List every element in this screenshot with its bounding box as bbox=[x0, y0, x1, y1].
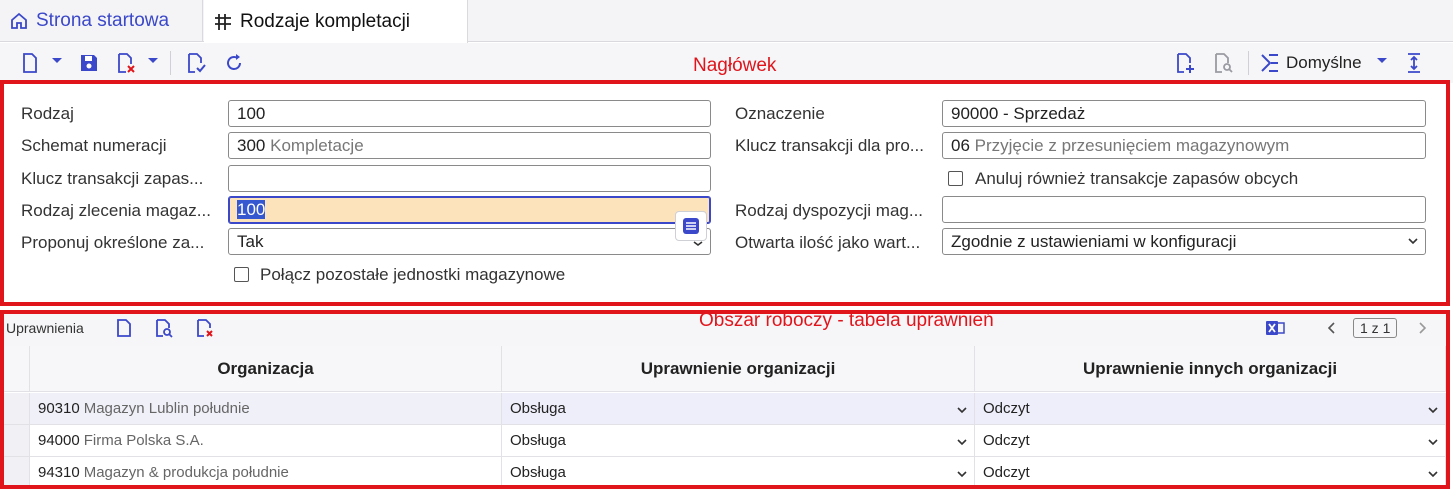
anuluj-checkbox[interactable] bbox=[948, 171, 963, 186]
klucz-zapas-label: Klucz transakcji zapas... bbox=[21, 169, 204, 188]
tab-bar: Strona startowa Rodzaje kompletacji bbox=[0, 0, 1453, 43]
proponuj-select[interactable]: Tak bbox=[228, 228, 711, 255]
refresh-button[interactable] bbox=[222, 51, 246, 75]
view-profile-icon bbox=[1261, 54, 1278, 72]
validate-button[interactable] bbox=[184, 51, 208, 75]
new-document-button[interactable] bbox=[18, 51, 42, 75]
new-document-icon bbox=[23, 53, 37, 73]
rodzaj-dyspozycji-label: Rodzaj dyspozycji mag... bbox=[735, 201, 924, 220]
expand-button[interactable] bbox=[1402, 51, 1426, 75]
schemat-field[interactable]: 300 Kompletacje bbox=[228, 132, 711, 159]
tab-home-label: Strona startowa bbox=[36, 10, 170, 31]
oznaczenie-field[interactable]: 90000 - Sprzedaż bbox=[942, 100, 1426, 127]
new-dropdown-caret[interactable] bbox=[52, 58, 62, 63]
otwarta-label: Otwarta ilość jako wart... bbox=[735, 233, 921, 252]
tab-rodzaje-kompletacji[interactable]: Rodzaje kompletacji bbox=[204, 0, 468, 43]
preview-document-button[interactable] bbox=[1211, 51, 1235, 75]
toolbar: Domyślne Nagłówek bbox=[0, 43, 1453, 83]
profile-label[interactable]: Domyślne bbox=[1286, 53, 1362, 73]
proponuj-label: Proponuj określone za... bbox=[21, 233, 205, 252]
field-menu-button[interactable] bbox=[675, 211, 707, 241]
tab-active-label: Rodzaje kompletacji bbox=[240, 10, 411, 32]
add-document-button[interactable] bbox=[1173, 51, 1197, 75]
rodzaj-zlecenia-field[interactable]: 100 bbox=[228, 196, 711, 224]
work-section bbox=[0, 310, 1450, 489]
schemat-label: Schemat numeracji bbox=[21, 136, 167, 155]
delete-dropdown-caret[interactable] bbox=[148, 58, 158, 63]
list-menu-icon bbox=[683, 218, 699, 234]
profile-dropdown-caret[interactable] bbox=[1377, 58, 1387, 63]
refresh-icon bbox=[227, 54, 241, 70]
rodzaj-dyspozycji-field[interactable] bbox=[942, 196, 1426, 223]
rodzaj-label: Rodzaj bbox=[21, 104, 74, 123]
expand-vertical-icon bbox=[1408, 53, 1420, 73]
oznaczenie-label: Oznaczenie bbox=[735, 104, 825, 123]
grid-icon bbox=[214, 13, 232, 31]
rodzaj-field[interactable]: 100 bbox=[228, 100, 711, 127]
delete-document-icon bbox=[118, 53, 135, 73]
rodzaj-zlecenia-label: Rodzaj zlecenia magaz... bbox=[21, 201, 211, 220]
profile-icon-button[interactable] bbox=[1258, 51, 1282, 75]
klucz-pro-label: Klucz transakcji dla pro... bbox=[735, 136, 924, 155]
anuluj-label: Anuluj również transakcje zapasów obcych bbox=[975, 169, 1299, 188]
add-document-icon bbox=[1177, 53, 1194, 73]
home-icon bbox=[10, 12, 28, 30]
polacz-label: Połącz pozostałe jednostki magazynowe bbox=[260, 265, 566, 284]
search-document-icon bbox=[1215, 53, 1233, 73]
delete-button[interactable] bbox=[114, 51, 138, 75]
save-button[interactable] bbox=[77, 51, 101, 75]
otwarta-select[interactable]: Zgodnie z ustawieniami w konfiguracji bbox=[942, 228, 1426, 255]
polacz-checkbox[interactable] bbox=[234, 267, 249, 282]
chevron-down-icon bbox=[1407, 232, 1419, 252]
header-annotation: Nagłówek bbox=[693, 55, 777, 76]
validate-document-icon bbox=[188, 53, 206, 73]
tab-home[interactable]: Strona startowa bbox=[0, 0, 203, 42]
save-icon bbox=[81, 55, 97, 71]
klucz-pro-field[interactable]: 06 Przyjęcie z przesunięciem magazynowym bbox=[942, 132, 1426, 159]
klucz-zapas-field[interactable] bbox=[228, 165, 711, 192]
